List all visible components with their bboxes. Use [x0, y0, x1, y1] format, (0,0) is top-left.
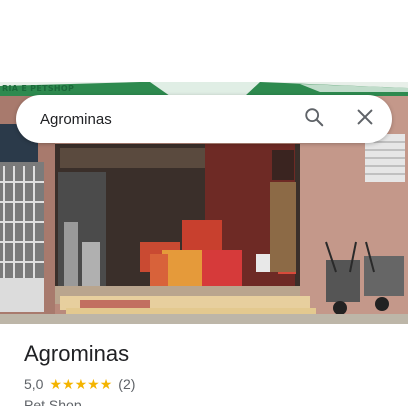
place-info-panel: Agrominas 5,0 ★ ★ ★ ★ ★ (2) Pet Shop [0, 324, 408, 406]
star-icon: ★ [99, 376, 113, 392]
star-icon: ★ [62, 376, 75, 392]
search-icon [303, 106, 325, 133]
search-bar[interactable] [16, 95, 392, 143]
star-icon: ★ [74, 376, 88, 392]
place-title: Agrominas [24, 341, 130, 366]
rating-row[interactable]: 5,0 ★ ★ ★ ★ ★ (2) [24, 376, 135, 392]
store-sign-text: RIA E PETSHOP [2, 84, 75, 93]
place-category: Pet Shop [24, 397, 82, 406]
clear-search-button[interactable] [351, 105, 379, 133]
search-button[interactable] [300, 105, 328, 133]
star-icon: ★ [49, 376, 63, 392]
close-icon [354, 106, 376, 133]
star-rating: ★ ★ ★ ★ ★ [49, 377, 112, 391]
review-count[interactable]: (2) [118, 376, 135, 392]
search-input[interactable] [40, 95, 290, 143]
star-icon: ★ [87, 376, 100, 392]
rating-value: 5,0 [24, 376, 44, 392]
